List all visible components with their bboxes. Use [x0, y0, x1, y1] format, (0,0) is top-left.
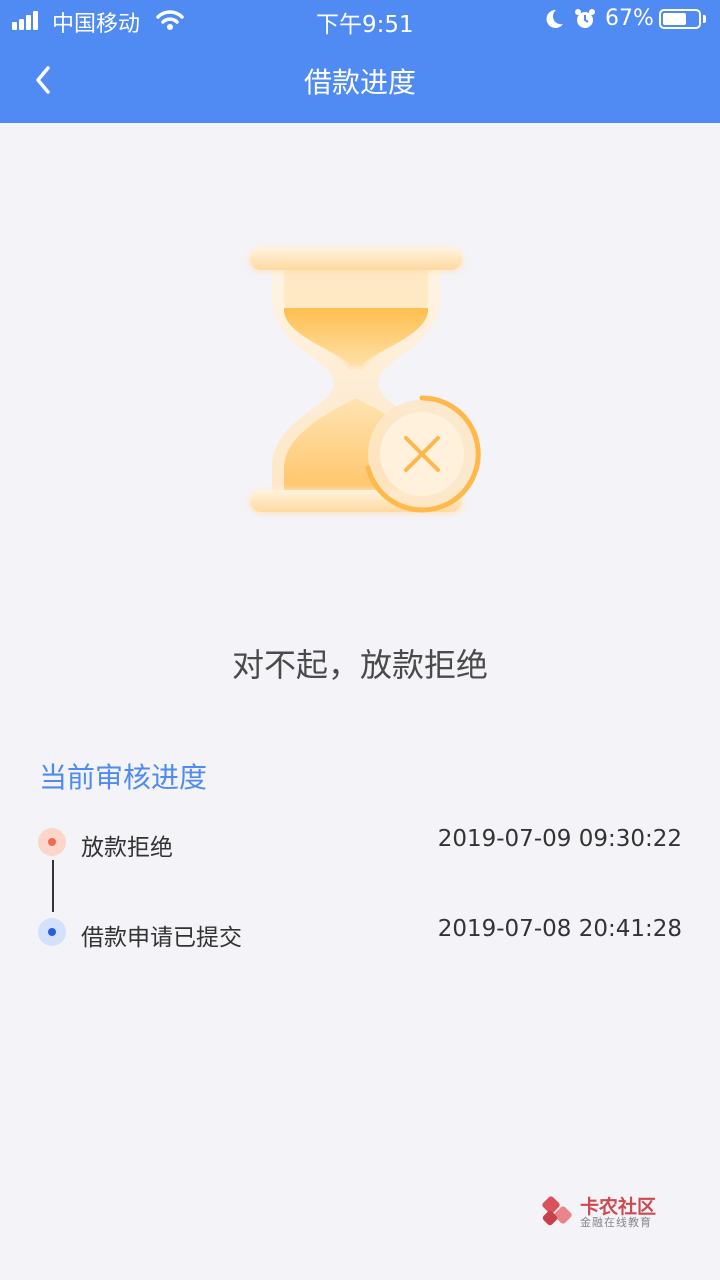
page-title: 借款进度: [303, 66, 416, 99]
progress-step: 放款拒绝 2019-07-09 09:30:22: [38, 826, 682, 861]
back-button[interactable]: [24, 58, 64, 102]
progress-section-title: 当前审核进度: [39, 761, 208, 794]
status-time: 下午9:51: [316, 12, 414, 38]
status-dot-submitted: [38, 918, 66, 946]
moon-icon: [546, 9, 563, 28]
progress-step: 借款申请已提交 2019-07-08 20:41:28: [38, 916, 682, 951]
watermark-subtitle: 金融在线教育: [580, 1216, 652, 1229]
timeline-connector: [52, 860, 54, 912]
battery-icon: [659, 9, 701, 29]
step-label: 放款拒绝: [81, 835, 173, 861]
chevron-left-icon: [36, 66, 50, 94]
hourglass-rejected-icon: [248, 246, 481, 514]
top-header: 中国移动 下午9:51 67% 借款进度: [0, 0, 720, 123]
battery-level-fill: [663, 13, 686, 25]
wifi-icon: [156, 10, 184, 30]
battery-percent: 67%: [605, 6, 654, 31]
step-time: 2019-07-09 09:30:22: [437, 826, 682, 852]
result-message: 对不起，放款拒绝: [231, 646, 488, 684]
step-time: 2019-07-08 20:41:28: [437, 916, 682, 942]
carrier-name: 中国移动: [52, 12, 141, 37]
step-label: 借款申请已提交: [81, 925, 242, 951]
status-bar: 中国移动 下午9:51 67%: [0, 0, 720, 40]
alarm-icon: [575, 9, 595, 28]
signal-icon: [12, 10, 44, 30]
battery-tip: [703, 15, 706, 23]
watermark: 卡农社区 金融在线教育: [540, 1192, 670, 1232]
status-dot-rejected: [38, 828, 66, 856]
watermark-logo-icon: [542, 1196, 572, 1226]
